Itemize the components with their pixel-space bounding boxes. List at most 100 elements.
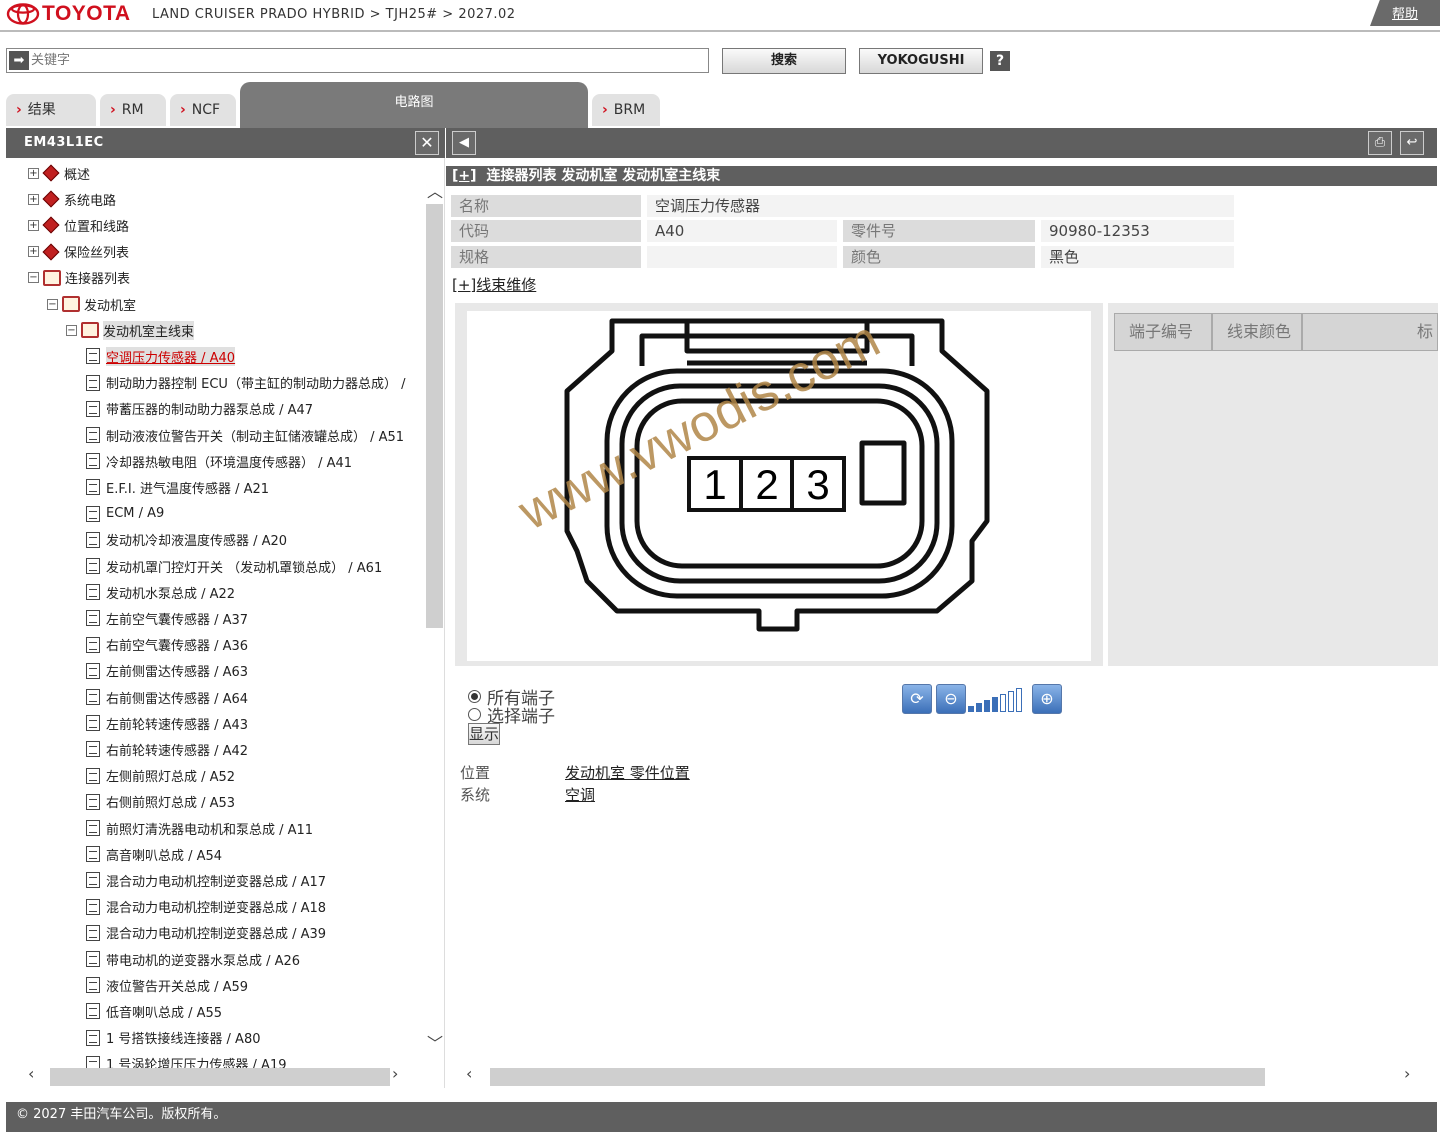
tree-item[interactable]: 发动机罩门控灯开关 （发动机罩锁总成） / A61 — [86, 554, 382, 578]
collapse-icon[interactable]: − — [28, 272, 39, 284]
document-icon — [86, 715, 100, 732]
document-icon — [86, 505, 100, 522]
rotate-icon[interactable]: ⟳ — [902, 684, 932, 714]
tree-item[interactable]: 右侧前照灯总成 / A53 — [86, 790, 235, 814]
tab-results[interactable]: › 结果 — [6, 94, 96, 126]
tree-item[interactable]: 空调压力传感器 / A40 — [86, 344, 236, 368]
chevron-left-icon[interactable]: ‹ — [28, 1064, 34, 1083]
search-button[interactable]: 搜索 — [722, 48, 846, 74]
footer-copyright: © 2027 丰田汽车公司。版权所有。 — [6, 1102, 1437, 1132]
right-scroll-thumb[interactable] — [490, 1068, 1265, 1086]
tree-horizontal-scroll-thumb[interactable] — [50, 1068, 390, 1086]
chevron-left-icon[interactable]: ‹ — [466, 1064, 472, 1083]
tree-item[interactable]: 低音喇叭总成 / A55 — [86, 999, 222, 1023]
select-terminals-radio[interactable] — [468, 708, 481, 721]
tree-item-label: 发动机室主线束 — [103, 320, 195, 340]
tree-item-label: 混合动力电动机控制逆变器总成 / A17 — [106, 874, 327, 890]
document-icon — [86, 846, 100, 863]
tree-item[interactable]: − 连接器列表 — [28, 266, 130, 290]
document-icon — [86, 820, 100, 836]
expand-icon[interactable]: + — [28, 193, 39, 205]
yokogushi-button[interactable]: YOKOGUSHI — [859, 48, 983, 74]
tree-item[interactable]: E.F.I. 进气温度传感器 / A21 — [86, 475, 269, 499]
help-link[interactable]: 帮助 — [1392, 3, 1418, 22]
tree-item[interactable]: + 系统电路 — [28, 187, 116, 211]
color-value: 黑色 — [1041, 246, 1234, 268]
tree-item[interactable]: 左前轮转速传感器 / A43 — [86, 711, 248, 735]
tree-item[interactable]: 左前空气囊传感器 / A37 — [86, 606, 248, 630]
tree-item[interactable]: 右前空气囊传感器 / A36 — [86, 633, 248, 657]
tree-item[interactable]: 混合动力电动机控制逆变器总成 / A18 — [86, 895, 326, 919]
tree-item[interactable]: 高音喇叭总成 / A54 — [86, 842, 222, 866]
tree-item[interactable]: 带电动机的逆变器水泵总成 / A26 — [86, 947, 300, 971]
tab-rm[interactable]: › RM — [100, 94, 166, 126]
collapse-icon[interactable]: − — [47, 298, 58, 310]
tree-item[interactable]: + 保险丝列表 — [28, 240, 129, 264]
top-bar: TOYOTA LAND CRUISER PRADO HYBRID > TJH25… — [0, 0, 1440, 32]
chevron-right-icon[interactable]: › — [392, 1064, 398, 1083]
search-input[interactable] — [31, 51, 701, 70]
expand-icon[interactable]: + — [28, 219, 39, 231]
system-link[interactable]: 空调 — [565, 784, 595, 805]
location-link[interactable]: 发动机室 零件位置 — [565, 762, 690, 783]
tree-item[interactable]: − 发动机室 — [47, 292, 136, 316]
tree-item-label: 高音喇叭总成 / A54 — [106, 848, 223, 864]
collapse-icon[interactable]: − — [66, 324, 77, 336]
tree-item[interactable]: ECM / A9 — [86, 502, 164, 526]
tree-item-label: 发动机室 — [84, 298, 137, 314]
question-icon[interactable]: ? — [990, 51, 1010, 71]
tab-wiring-diagram[interactable]: 电路图 — [240, 82, 588, 128]
expand-icon[interactable]: + — [28, 167, 39, 179]
expand-path-link[interactable]: [+] — [452, 168, 477, 184]
tree-item[interactable]: + 概述 — [28, 161, 90, 185]
chevron-right-icon[interactable]: › — [1404, 1064, 1410, 1083]
tree-item[interactable]: + 位置和线路 — [28, 213, 129, 237]
pin-3-label[interactable]: 3 — [806, 461, 829, 508]
tree-scroll-thumb[interactable] — [426, 204, 443, 628]
tab-brm[interactable]: › BRM — [592, 94, 660, 126]
tree-item[interactable]: 右前侧雷达传感器 / A64 — [86, 685, 248, 709]
tree-item[interactable]: 制动助力器控制 ECU（带主缸的制动助力器总成） / — [86, 371, 405, 395]
tree-item[interactable]: 前照灯清洗器电动机和泵总成 / A11 — [86, 816, 313, 840]
expand-icon[interactable]: + — [28, 246, 39, 258]
tree-item[interactable]: 左侧前照灯总成 / A52 — [86, 764, 235, 788]
tree-item[interactable]: 冷却器热敏电阻（环境温度传感器） / A41 — [86, 449, 352, 473]
back-icon[interactable]: ↩ — [1400, 131, 1424, 155]
print-icon[interactable]: ⎙ — [1368, 131, 1392, 155]
close-icon[interactable]: ✕ — [415, 131, 439, 155]
pin-1-label[interactable]: 1 — [703, 461, 726, 508]
zoom-level-indicator[interactable] — [968, 688, 1030, 712]
tree-item-label: 混合动力电动机控制逆变器总成 / A18 — [106, 901, 327, 917]
tree-vertical-scrollbar[interactable]: ︿ ﹀ — [426, 178, 443, 1053]
tree-item[interactable]: 制动液液位警告开关（制动主缸储液罐总成） / A51 — [86, 423, 404, 447]
document-icon — [86, 348, 100, 365]
pin-2-label[interactable]: 2 — [755, 461, 778, 508]
show-button[interactable]: 显示 — [468, 723, 500, 745]
tree-item[interactable]: 液位警告开关总成 / A59 — [86, 973, 248, 997]
tree-item[interactable]: 发动机水泵总成 / A22 — [86, 580, 235, 604]
collapse-left-icon[interactable]: ◀ — [452, 131, 476, 155]
tree-item[interactable]: − 发动机室主线束 — [66, 318, 195, 342]
document-icon — [86, 453, 100, 470]
tree-item[interactable]: 1 号搭铁接线连接器 / A80 — [86, 1026, 260, 1050]
zoom-in-icon[interactable]: ⊕ — [1032, 684, 1062, 714]
code-label: 代码 — [451, 220, 641, 242]
harness-repair-link[interactable]: [+]线束维修 — [452, 274, 536, 295]
chevron-down-icon[interactable]: ﹀ — [427, 1030, 443, 1054]
tree-item[interactable]: 混合动力电动机控制逆变器总成 / A17 — [86, 868, 326, 892]
tree-item[interactable]: 带蓄压器的制动助力器泵总成 / A47 — [86, 397, 313, 421]
color-label: 颜色 — [843, 246, 1035, 268]
tab-ncf[interactable]: › NCF — [170, 94, 236, 126]
tree-item[interactable]: 右前轮转速传感器 / A42 — [86, 737, 248, 761]
tree-item-label: 系统电路 — [64, 193, 117, 209]
tree-item[interactable]: 发动机冷却液温度传感器 / A20 — [86, 528, 287, 552]
right-horizontal-scrollbar[interactable]: ‹ › — [446, 1064, 1437, 1088]
chevron-up-icon[interactable]: ︿ — [427, 178, 443, 202]
category-icon — [43, 218, 59, 232]
document-icon — [86, 767, 100, 784]
wire-color-header: 线束颜色 — [1212, 313, 1302, 351]
zoom-out-icon[interactable]: ⊖ — [936, 684, 966, 714]
tree-item[interactable]: 左前侧雷达传感器 / A63 — [86, 659, 248, 683]
tree-item-label: 右前侧雷达传感器 / A64 — [106, 691, 249, 707]
tree-item[interactable]: 混合动力电动机控制逆变器总成 / A39 — [86, 921, 326, 945]
